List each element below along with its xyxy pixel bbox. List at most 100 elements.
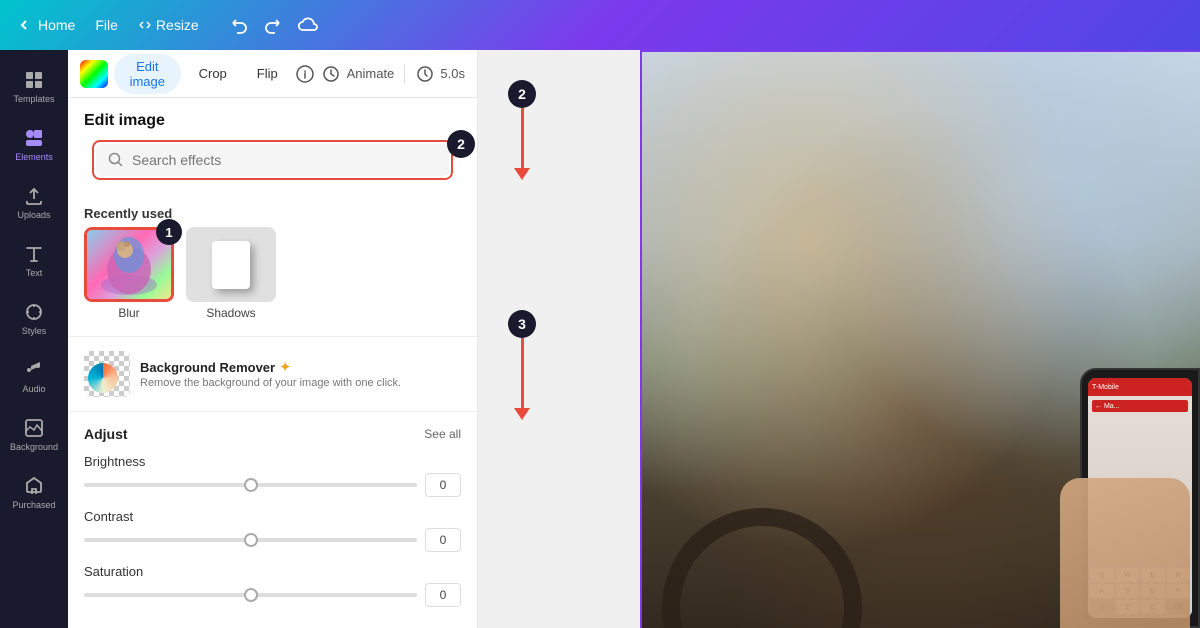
sidebar: Templates Elements Uploads Text [0,50,68,628]
see-all-button[interactable]: See all [424,427,461,441]
animate-button[interactable] [321,60,340,88]
styles-icon [23,301,45,323]
sidebar-item-uploads[interactable]: Uploads [6,174,62,230]
step2-canvas-badge: 2 [508,80,536,108]
duration-label: 5.0s [440,66,465,81]
adjust-header: Adjust See all [68,416,477,448]
bg-remover-desc: Remove the background of your image with… [140,377,461,389]
animate-label: Animate [347,66,395,81]
clock-icon [417,66,433,82]
info-button[interactable] [296,60,315,88]
undo-button[interactable] [229,15,249,35]
arrow-down-2 [514,168,530,180]
audio-icon [23,359,45,381]
sidebar-item-templates[interactable]: Templates [6,58,62,114]
effects-grid: 1 Blur Shadows [68,227,477,332]
search-icon [108,152,124,168]
canvas-image: T-Mobile ← Ma... Q W E R A [640,50,1200,628]
effect-item-blur[interactable]: 1 Blur [84,227,174,320]
text-icon [23,243,45,265]
contrast-slider[interactable] [84,538,417,542]
contrast-thumb[interactable] [244,533,258,547]
background-label: Background [10,442,58,452]
saturation-thumb[interactable] [244,588,258,602]
edit-image-button[interactable]: Edit image [114,54,181,94]
carrier-label: T-Mobile [1092,384,1119,391]
sidebar-item-elements[interactable]: Elements [6,116,62,172]
blur-label: Blur [118,306,139,320]
divider-2 [68,411,477,412]
nav-bar-label: ← Ma... [1095,403,1120,410]
contrast-value[interactable]: 0 [425,528,461,552]
elements-label: Elements [15,152,53,162]
step3-canvas-badge: 3 [508,310,536,338]
adjust-title: Adjust [84,426,128,442]
shadows-label: Shadows [206,306,255,320]
brightness-thumb[interactable] [244,478,258,492]
purchased-icon [23,475,45,497]
undo-icon [229,15,249,35]
resize-icon [138,18,152,32]
templates-label: Templates [13,94,54,104]
saturation-label: Saturation [84,564,461,579]
hand-area [1060,478,1190,628]
saturation-row: Saturation 0 [68,558,477,613]
nav-file[interactable]: File [95,17,118,33]
nav-resize[interactable]: Resize [138,17,199,33]
sidebar-item-audio[interactable]: Audio [6,348,62,404]
brightness-slider[interactable] [84,483,417,487]
animate-icon [323,66,339,82]
color-palette-button[interactable] [80,60,108,88]
save-button[interactable] [297,14,319,36]
arrow-down-3 [514,408,530,420]
flip-button[interactable]: Flip [245,61,290,86]
nav-home[interactable]: Home [16,17,75,33]
templates-icon [23,69,45,91]
uploads-icon [23,185,45,207]
saturation-slider[interactable] [84,593,417,597]
bg-ball [88,363,118,393]
panel-title: Edit image [68,98,477,140]
step1-badge: 1 [156,219,182,245]
text-label: Text [26,268,43,278]
background-remover-item[interactable]: Background Remover ✦ Remove the backgrou… [68,341,477,407]
toolbar: Edit image Crop Flip Animate [68,50,477,98]
sidebar-item-purchased[interactable]: Purchased [6,464,62,520]
audio-label: Audio [22,384,45,394]
main-area: Templates Elements Uploads Text [0,50,1200,628]
step2-badge: 2 [447,130,475,158]
contrast-row: Contrast 0 [68,503,477,558]
brightness-row: Brightness 0 [68,448,477,503]
duration-button[interactable] [415,60,434,88]
edit-panel: Edit image Crop Flip Animate [68,50,478,628]
purchased-label: Purchased [12,500,55,510]
bg-remover-thumbnail [84,351,130,397]
recently-used-title: Recently used [68,198,477,227]
sidebar-item-background[interactable]: Background [6,406,62,462]
crown-icon: ✦ [280,360,290,374]
brightness-value[interactable]: 0 [425,473,461,497]
search-effects-container [92,140,453,180]
effect-item-shadows[interactable]: Shadows [186,227,276,320]
contrast-label: Contrast [84,509,461,524]
info-icon [296,65,314,83]
brightness-controls: 0 [84,473,461,497]
arrow-line-3 [521,338,524,408]
styles-label: Styles [22,326,47,336]
saturation-value[interactable]: 0 [425,583,461,607]
phone-status-bar: T-Mobile [1088,378,1192,396]
divider-1 [68,336,477,337]
search-box[interactable] [96,144,449,176]
canvas-area[interactable]: 2 3 T-Mobile [478,50,1200,628]
cloud-icon [297,14,319,36]
redo-button[interactable] [263,15,283,35]
bg-remover-info: Background Remover ✦ Remove the backgrou… [140,360,461,389]
sidebar-item-styles[interactable]: Styles [6,290,62,346]
sidebar-item-text[interactable]: Text [6,232,62,288]
saturation-controls: 0 [84,583,461,607]
chevron-left-icon [16,17,32,33]
top-bar: Home File Resize [0,0,1200,50]
shadows-thumbnail[interactable] [186,227,276,302]
crop-button[interactable]: Crop [187,61,239,86]
search-input[interactable] [132,152,437,168]
